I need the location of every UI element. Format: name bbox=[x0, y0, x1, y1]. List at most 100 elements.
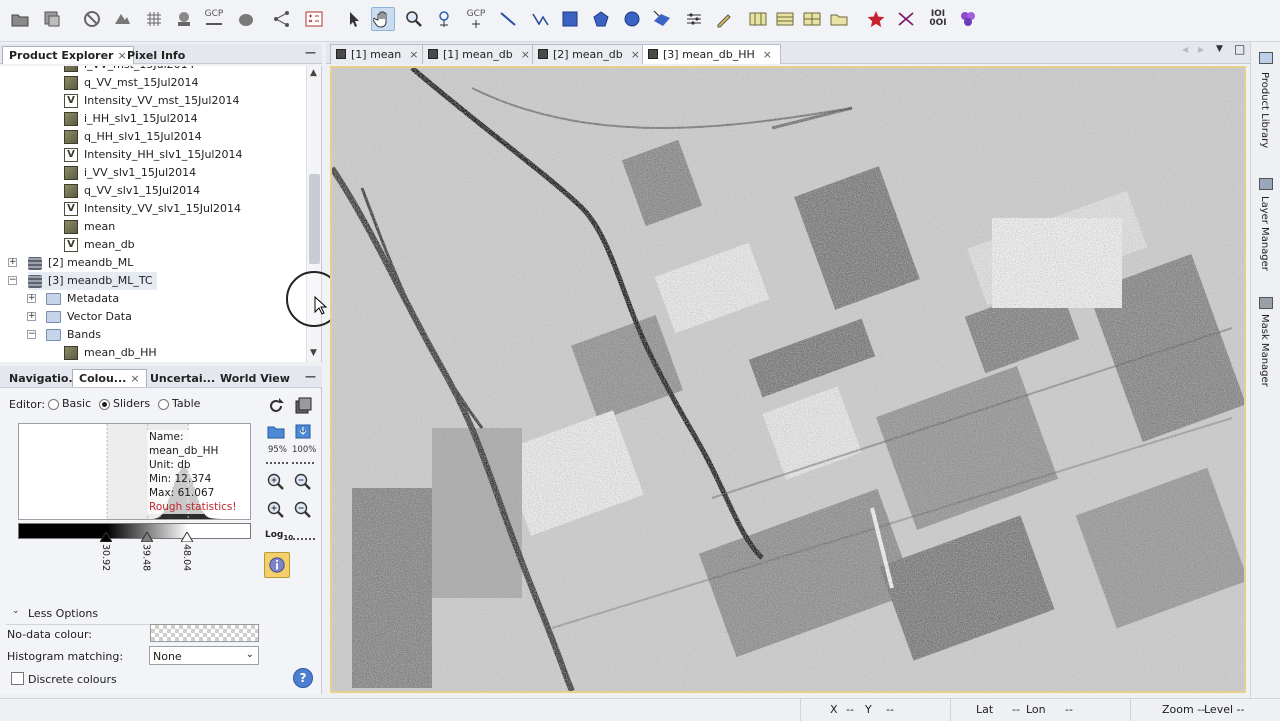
tab-world-view[interactable]: World View bbox=[213, 369, 297, 387]
tree-item[interactable]: [3] meandb_ML_TC bbox=[28, 272, 157, 290]
tab-colour-manipulation[interactable]: Colou...× bbox=[72, 369, 147, 387]
star-icon[interactable] bbox=[864, 7, 888, 31]
graph-builder-icon[interactable] bbox=[270, 7, 294, 31]
close-product-icon[interactable] bbox=[40, 7, 64, 31]
import-icon[interactable] bbox=[265, 421, 287, 441]
tree-expander[interactable]: + bbox=[27, 294, 36, 303]
binary-icon[interactable]: IOI 0OI bbox=[924, 7, 952, 31]
tile-evenly-icon[interactable] bbox=[746, 7, 770, 31]
tree-expander[interactable]: + bbox=[8, 258, 17, 267]
tree-item[interactable]: mean bbox=[64, 218, 115, 236]
tree-item[interactable]: [2] meandb_ML bbox=[28, 254, 133, 272]
slider-handle[interactable] bbox=[141, 532, 153, 542]
layer-manager-tab[interactable]: Layer Manager bbox=[1259, 196, 1270, 271]
tree-item[interactable]: i_VV_slv1_15Jul2014 bbox=[64, 164, 196, 182]
editor-basic-option[interactable]: Basic bbox=[48, 397, 91, 410]
tree-item[interactable]: i_HH_slv1_15Jul2014 bbox=[64, 110, 198, 128]
log-scale-button[interactable]: Log10 bbox=[265, 530, 293, 542]
tree-item[interactable]: q_VV_slv1_15Jul2014 bbox=[64, 182, 200, 200]
minimize-icon[interactable]: — bbox=[305, 46, 316, 59]
pan-icon[interactable] bbox=[371, 7, 395, 31]
layers-icon[interactable] bbox=[234, 7, 258, 31]
close-icon[interactable]: × bbox=[763, 48, 772, 61]
editor-table-option[interactable]: Table bbox=[158, 397, 200, 410]
rectangle-draw-icon[interactable] bbox=[558, 7, 582, 31]
tab-pixel-info[interactable]: Pixel Info bbox=[120, 46, 192, 64]
tree-item[interactable]: VIntensity_VV_mst_15Jul2014 bbox=[64, 92, 239, 110]
zoom-out-v-icon[interactable] bbox=[292, 500, 314, 520]
less-options-link[interactable]: Less Options bbox=[28, 607, 98, 620]
magic-wand-icon[interactable] bbox=[682, 7, 706, 31]
zoom-out-h-icon[interactable] bbox=[292, 472, 314, 492]
radio-table[interactable] bbox=[158, 399, 169, 410]
close-icon[interactable]: × bbox=[521, 48, 530, 61]
tile-single-icon[interactable] bbox=[827, 7, 851, 31]
export-icon[interactable] bbox=[292, 421, 314, 441]
zoom-100-label[interactable]: 100% bbox=[292, 445, 316, 455]
close-icon[interactable]: × bbox=[409, 48, 418, 61]
percentile-95-icon[interactable] bbox=[266, 456, 288, 464]
editor-tab[interactable]: [1] mean_db× bbox=[422, 44, 539, 64]
layer-manager-icon[interactable] bbox=[1259, 178, 1273, 190]
slider-handle[interactable] bbox=[181, 532, 193, 542]
maximize-icon[interactable]: □ bbox=[1234, 42, 1245, 56]
minimize-icon[interactable]: — bbox=[305, 370, 316, 383]
collapse-icon[interactable]: ⌄ bbox=[12, 606, 20, 616]
session-icon[interactable] bbox=[110, 7, 134, 31]
editor-tab[interactable]: [3] mean_db_HH× bbox=[642, 44, 781, 64]
zoom-in-v-icon[interactable] bbox=[265, 500, 287, 520]
tile-vertical-icon[interactable] bbox=[800, 7, 824, 31]
nav-next-icon[interactable]: ▶ bbox=[1198, 45, 1204, 54]
distribute-icon[interactable] bbox=[293, 532, 315, 540]
tree-item[interactable]: Vmean_db bbox=[64, 236, 135, 254]
radio-basic[interactable] bbox=[48, 399, 59, 410]
range-finder-icon[interactable] bbox=[650, 7, 674, 31]
band-maths-icon[interactable] bbox=[302, 7, 326, 31]
scroll-thumb[interactable] bbox=[309, 174, 320, 264]
tab-uncertainty[interactable]: Uncertai... bbox=[143, 369, 222, 387]
gcp-pin-icon[interactable] bbox=[434, 7, 458, 31]
discrete-colours-checkbox[interactable] bbox=[11, 672, 24, 685]
gcp-icon[interactable]: GCP bbox=[202, 7, 226, 31]
mask-manager-icon[interactable] bbox=[1259, 297, 1273, 309]
tree-expander[interactable]: − bbox=[8, 276, 17, 285]
close-icon[interactable]: × bbox=[631, 48, 640, 61]
no-entry-icon[interactable] bbox=[80, 7, 104, 31]
axis-icon[interactable] bbox=[894, 7, 918, 31]
mask-manager-tab[interactable]: Mask Manager bbox=[1259, 314, 1270, 387]
tree-item[interactable]: Bands bbox=[46, 326, 101, 344]
nav-prev-icon[interactable]: ◀ bbox=[1182, 45, 1188, 54]
product-library-icon[interactable] bbox=[1259, 52, 1273, 64]
tree-item[interactable]: Metadata bbox=[46, 290, 119, 308]
histogram-matching-select[interactable]: None ⌄ bbox=[149, 646, 259, 665]
ellipse-draw-icon[interactable] bbox=[620, 7, 644, 31]
radio-sliders[interactable] bbox=[99, 399, 110, 410]
editor-tab[interactable]: [1] mean× bbox=[330, 44, 428, 64]
tree-item[interactable]: q_HH_slv1_15Jul2014 bbox=[64, 128, 202, 146]
gcp-tool-icon[interactable]: GCP bbox=[464, 7, 488, 31]
pencil-icon[interactable] bbox=[712, 7, 736, 31]
close-icon[interactable]: × bbox=[130, 372, 139, 385]
dots-icon[interactable] bbox=[956, 7, 980, 31]
zoom-in-h-icon[interactable] bbox=[265, 472, 287, 492]
scroll-down-icon[interactable]: ▼ bbox=[310, 348, 317, 358]
nodata-colour-swatch[interactable] bbox=[150, 624, 259, 642]
tree-expander[interactable]: − bbox=[27, 330, 36, 339]
info-toggle-button[interactable] bbox=[264, 552, 290, 578]
select-icon[interactable] bbox=[342, 7, 366, 31]
percentile-100-icon[interactable] bbox=[292, 456, 314, 464]
open-product-icon[interactable] bbox=[8, 7, 32, 31]
scroll-up-icon[interactable]: ▲ bbox=[310, 68, 317, 78]
tree-item[interactable]: VIntensity_HH_slv1_15Jul2014 bbox=[64, 146, 242, 164]
tree-item[interactable]: mean_db_HH bbox=[64, 344, 157, 362]
tree-item[interactable]: q_VV_mst_15Jul2014 bbox=[64, 74, 199, 92]
line-draw-icon[interactable] bbox=[496, 7, 520, 31]
editor-tab[interactable]: [2] mean_db× bbox=[532, 44, 649, 64]
zoom-icon[interactable] bbox=[402, 7, 426, 31]
polygon-draw-icon[interactable] bbox=[589, 7, 613, 31]
help-icon[interactable]: ? bbox=[293, 668, 313, 688]
reset-icon[interactable] bbox=[265, 396, 287, 416]
multi-band-icon[interactable] bbox=[292, 396, 314, 416]
editor-sliders-option[interactable]: Sliders bbox=[99, 397, 150, 410]
tree-item[interactable]: i_VV_mst_15Jul2014 bbox=[64, 66, 195, 74]
